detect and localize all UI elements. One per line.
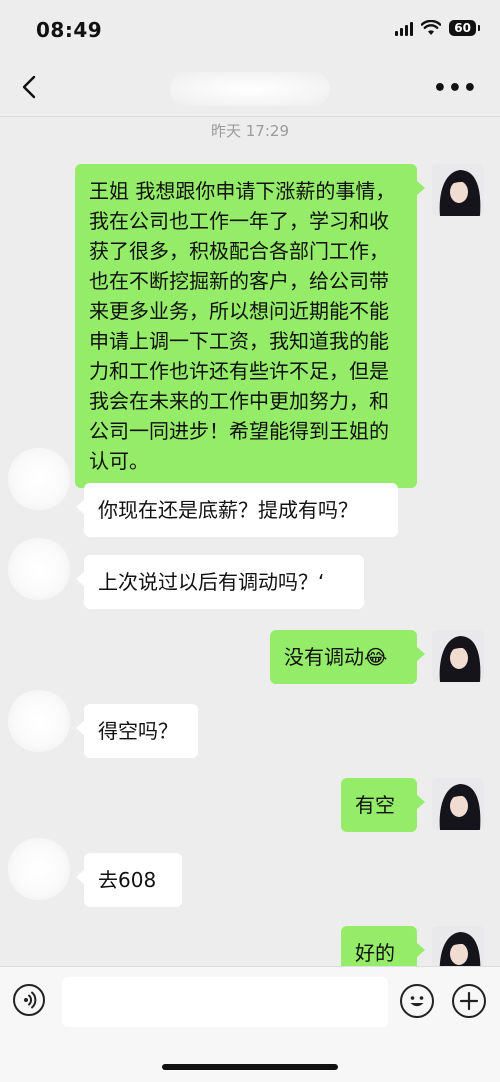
status-bar: 08:49 60 [0,0,500,60]
status-icons: 60 [395,20,480,36]
emoji-icon[interactable] [400,984,434,1018]
avatar-contact-redacted [8,538,70,600]
bubble-tail [76,870,84,884]
voice-input-icon[interactable] [13,984,45,1016]
message-input[interactable] [62,977,388,1027]
message-text: 没有调动 [284,645,364,669]
bubble-tail [76,500,84,514]
message-bubble-sent[interactable]: 有空 [341,778,417,832]
message-bubble-received[interactable]: 你现在还是底薪？提成有吗？ [84,483,398,537]
message-bubble-sent[interactable]: 王姐 我想跟你申请下涨薪的事情，我在公司也工作一年了，学习和收获了很多，积极配合… [75,164,417,488]
plus-icon[interactable] [452,984,486,1018]
bubble-tail [76,572,84,586]
bubble-tail [76,721,84,735]
status-time: 08:49 [36,18,103,42]
message-bubble-received[interactable]: 上次说过以后有调动吗？‘ [84,555,364,609]
bubble-tail [417,647,425,661]
laughing-crying-emoji-icon: 😂 [364,645,388,669]
bubble-tail [417,795,425,809]
avatar-self[interactable] [432,630,484,682]
message-bubble-sent[interactable]: 没有调动😂 [270,630,417,684]
avatar-self[interactable] [432,778,484,830]
message-timestamp: 昨天 17:29 [211,122,289,140]
message-bubble-received[interactable]: 去608 [84,853,182,907]
chat-header: ••• [0,60,500,116]
message-bubble-received[interactable]: 得空吗？ [84,704,198,758]
avatar-contact-redacted [8,448,70,510]
bubble-tail [417,181,425,195]
chevron-left-icon[interactable] [16,72,46,102]
avatar-contact-redacted [8,838,70,900]
more-options-icon[interactable]: ••• [433,76,478,101]
header-divider [0,116,500,117]
chat-title-redacted [170,72,330,106]
bubble-tail [417,943,425,957]
wifi-icon [421,20,442,35]
avatar-contact-redacted [8,690,70,752]
home-indicator [162,1064,338,1070]
signal-icon [395,20,414,36]
battery-icon: 60 [449,20,480,36]
avatar-self[interactable] [432,164,484,216]
